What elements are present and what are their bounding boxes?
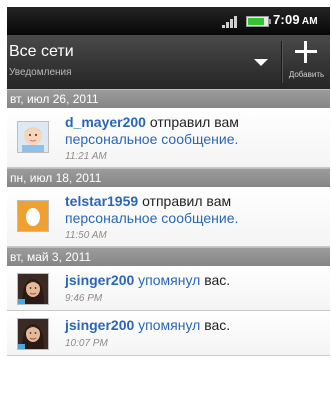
notification-verb: вас. — [204, 272, 231, 288]
signal-icon — [222, 16, 240, 28]
notification-text: jsinger200 упомянул вас. — [65, 272, 230, 288]
clock-time: 7:09 — [273, 12, 300, 27]
baby-photo-avatar — [17, 121, 49, 153]
woman-photo-avatar — [17, 273, 49, 305]
battery-icon — [246, 16, 271, 27]
clock-suffix: AM — [301, 16, 318, 27]
date-header: вт, июл 26, 2011 — [7, 89, 330, 108]
notification-verb: вас. — [204, 317, 231, 333]
notification-text: telstar1959 отправил вам — [65, 193, 231, 209]
title-bar: Все сети Уведомления Добавить — [7, 35, 330, 89]
clock: 7:09 AM — [273, 12, 318, 27]
notification-list: вт, июл 26, 2011 d_mayer200 отправил вам… — [7, 89, 330, 356]
timestamp: 9:46 PM — [65, 293, 103, 304]
notification-text: d_mayer200 отправил вам — [65, 114, 239, 130]
egg-default-avatar — [17, 200, 49, 232]
notification-item[interactable]: jsinger200 упомянул вас. 9:46 PM — [7, 266, 330, 311]
timestamp: 11:50 AM — [65, 230, 107, 241]
page-title: Все сети — [9, 43, 74, 60]
account-filter-dropdown[interactable]: Все сети Уведомления — [7, 35, 281, 89]
timestamp: 10:07 PM — [65, 338, 108, 349]
timestamp: 11:21 AM — [65, 151, 107, 162]
title-divider — [281, 41, 282, 83]
notification-verb: отправил вам — [149, 114, 239, 130]
plus-icon — [295, 41, 317, 63]
username-link[interactable]: telstar1959 — [65, 193, 138, 209]
username-link[interactable]: d_mayer200 — [65, 114, 146, 130]
mention-link[interactable]: упомянул — [138, 272, 200, 288]
date-header: пн, июл 18, 2011 — [7, 168, 330, 187]
date-header: вт, май 3, 2011 — [7, 247, 330, 266]
mention-link[interactable]: упомянул — [138, 317, 200, 333]
chevron-down-icon — [254, 59, 268, 66]
notification-item[interactable]: d_mayer200 отправил вам персональное соо… — [7, 108, 330, 168]
status-bar: 7:09 AM — [7, 7, 330, 35]
page-subtitle: Уведомления — [9, 67, 72, 78]
notification-item[interactable]: telstar1959 отправил вам персональное со… — [7, 187, 330, 247]
notification-verb: отправил вам — [142, 193, 232, 209]
message-link[interactable]: персональное сообщение. — [65, 210, 238, 226]
notification-item[interactable]: jsinger200 упомянул вас. 10:07 PM — [7, 311, 330, 356]
phone-screen: 7:09 AM Все сети Уведомления Добавить вт,… — [7, 7, 330, 393]
notification-text: jsinger200 упомянул вас. — [65, 317, 230, 333]
add-button[interactable]: Добавить — [283, 35, 330, 89]
add-button-label: Добавить — [288, 70, 325, 79]
message-link[interactable]: персональное сообщение. — [65, 131, 238, 147]
username-link[interactable]: jsinger200 — [65, 272, 134, 288]
username-link[interactable]: jsinger200 — [65, 317, 134, 333]
woman-photo-avatar — [17, 318, 49, 350]
